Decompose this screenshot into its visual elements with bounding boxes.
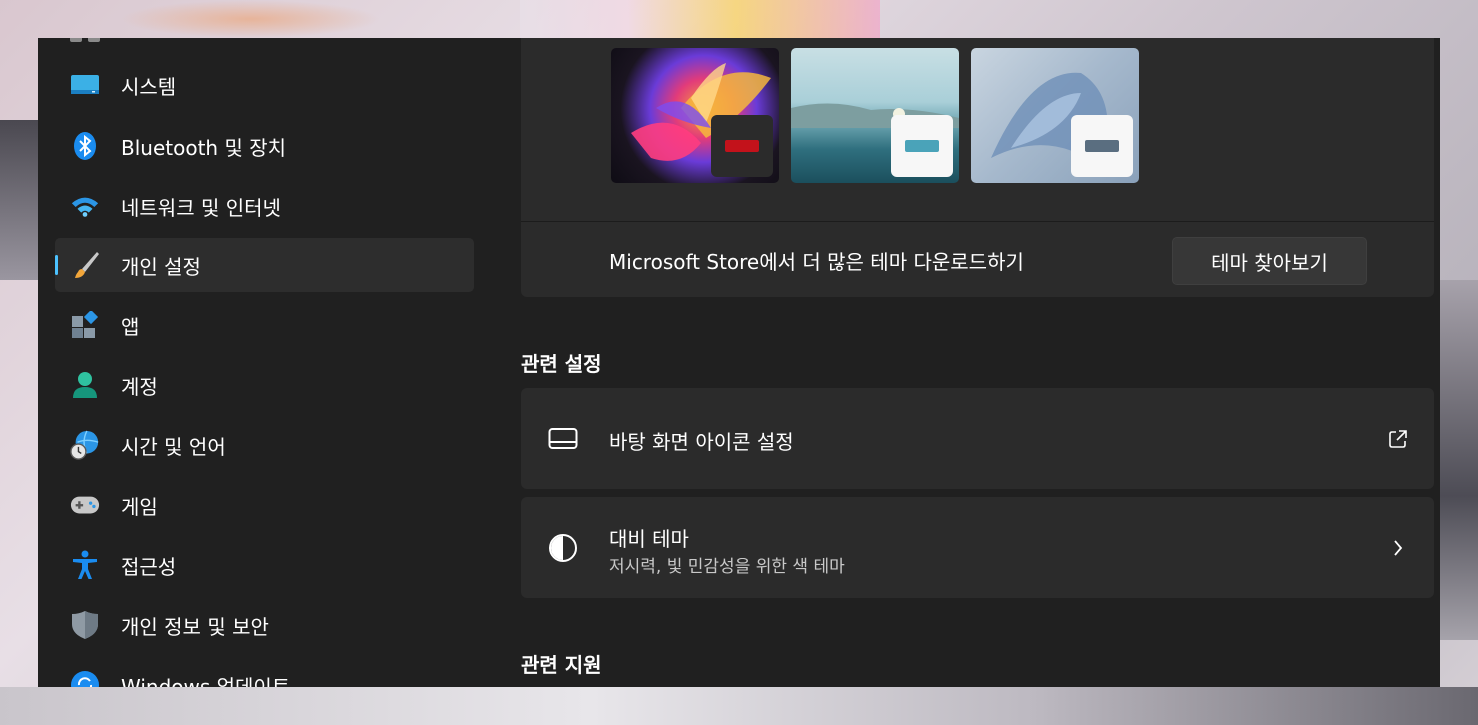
accent-swatch xyxy=(1085,140,1119,152)
settings-window: 시스템 Bluetooth 및 장치 네트워크 및 인터넷 개인 설정 앱 계정… xyxy=(38,38,1440,687)
sidebar-item-personalization[interactable]: 개인 설정 xyxy=(55,238,474,292)
accessibility-icon xyxy=(70,550,100,580)
sidebar-item-windows-update[interactable]: Windows 업데이트 xyxy=(55,658,474,687)
theme-thumbnail-glow[interactable] xyxy=(611,48,779,183)
desktop-icon-settings-row[interactable]: 바탕 화면 아이콘 설정 xyxy=(521,388,1434,489)
windows-update-icon xyxy=(70,670,100,687)
sidebar-item-label: 개인 설정 xyxy=(121,254,201,279)
sidebar-item-privacy[interactable]: 개인 정보 및 보안 xyxy=(55,598,474,652)
sidebar-item-apps[interactable]: 앱 xyxy=(55,298,474,352)
browse-themes-button[interactable]: 테마 찾아보기 xyxy=(1172,237,1367,285)
sidebar-item-network[interactable]: 네트워크 및 인터넷 xyxy=(55,179,474,233)
wallpaper-detail xyxy=(120,0,380,38)
apps-icon xyxy=(70,310,100,340)
sidebar-item-accounts[interactable]: 계정 xyxy=(55,358,474,412)
wifi-icon xyxy=(70,191,100,221)
sidebar-item-label: Bluetooth 및 장치 xyxy=(121,135,287,160)
sidebar-item-gaming[interactable]: 게임 xyxy=(55,478,474,532)
contrast-themes-title: 대비 테마 xyxy=(609,527,689,551)
time-language-icon xyxy=(70,430,100,460)
gamepad-icon xyxy=(70,490,100,520)
theme-accent-badge xyxy=(1071,115,1133,177)
sidebar-item-accessibility[interactable]: 접근성 xyxy=(55,538,474,592)
related-support-title: 관련 지원 xyxy=(521,653,602,677)
store-themes-text: Microsoft Store에서 더 많은 테마 다운로드하기 xyxy=(609,250,1024,274)
bluetooth-icon xyxy=(70,131,100,161)
sidebar-item-label: 계정 xyxy=(121,374,158,399)
sidebar-item-time-language[interactable]: 시간 및 언어 xyxy=(55,418,474,472)
theme-accent-badge xyxy=(711,115,773,177)
sidebar-item-label: 접근성 xyxy=(121,554,177,579)
wallpaper-detail xyxy=(1440,280,1478,640)
system-monitor-icon xyxy=(70,70,100,100)
contrast-icon xyxy=(547,532,579,564)
sidebar-item-label: Windows 업데이트 xyxy=(121,674,291,688)
sidebar-item-label: 네트워크 및 인터넷 xyxy=(121,195,281,220)
account-icon xyxy=(70,370,100,400)
related-settings-title: 관련 설정 xyxy=(521,352,602,376)
desktop-icon-settings-title: 바탕 화면 아이콘 설정 xyxy=(609,430,794,454)
paintbrush-icon xyxy=(70,250,100,280)
desktop-monitor-icon xyxy=(547,423,579,455)
wallpaper-detail xyxy=(0,120,38,280)
sidebar: 시스템 Bluetooth 및 장치 네트워크 및 인터넷 개인 설정 앱 계정… xyxy=(38,38,488,687)
theme-gallery xyxy=(521,38,1434,221)
partial-icon xyxy=(70,38,102,42)
external-link-icon xyxy=(1386,427,1410,451)
main-content: Microsoft Store에서 더 많은 테마 다운로드하기 테마 찾아보기… xyxy=(521,38,1434,687)
sidebar-item-label: 앱 xyxy=(121,314,140,339)
chevron-right-icon xyxy=(1386,536,1410,560)
contrast-themes-row[interactable]: 대비 테마 저시력, 빛 민감성을 위한 색 테마 xyxy=(521,497,1434,598)
sidebar-item-system[interactable]: 시스템 xyxy=(55,58,474,112)
wallpaper-detail xyxy=(520,0,880,38)
store-themes-row: Microsoft Store에서 더 많은 테마 다운로드하기 테마 찾아보기 xyxy=(521,221,1434,297)
accent-swatch xyxy=(905,140,939,152)
theme-thumbnail-bloom[interactable] xyxy=(971,48,1139,183)
contrast-themes-subtitle: 저시력, 빛 민감성을 위한 색 테마 xyxy=(609,557,845,577)
theme-accent-badge xyxy=(891,115,953,177)
wallpaper-detail xyxy=(0,687,1478,725)
sidebar-item-bluetooth[interactable]: Bluetooth 및 장치 xyxy=(55,119,474,173)
sidebar-item-label: 개인 정보 및 보안 xyxy=(121,614,269,639)
sidebar-item-label: 시간 및 언어 xyxy=(121,434,226,459)
theme-thumbnail-lake[interactable] xyxy=(791,48,959,183)
accent-swatch xyxy=(725,140,759,152)
active-indicator xyxy=(55,255,58,275)
sidebar-item-label: 시스템 xyxy=(121,74,177,99)
sidebar-item-label: 게임 xyxy=(121,494,158,519)
shield-icon xyxy=(70,610,100,640)
